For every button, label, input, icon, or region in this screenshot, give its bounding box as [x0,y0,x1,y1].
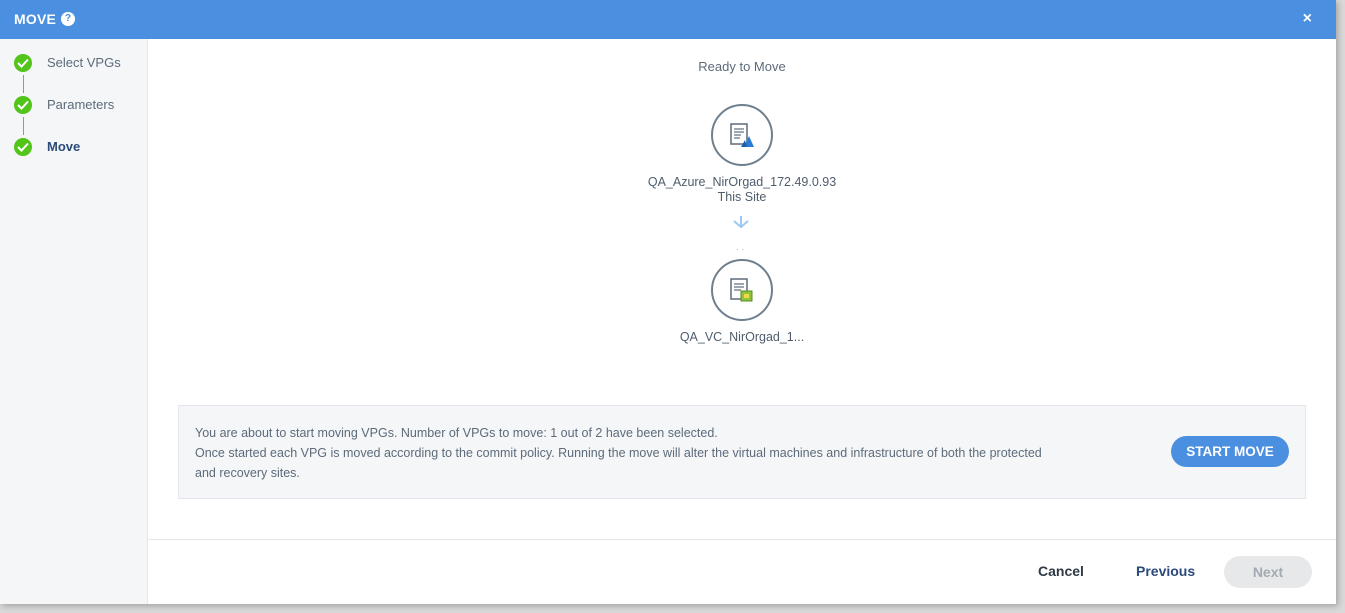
check-circle-icon [14,138,32,156]
close-icon[interactable]: × [1303,10,1312,28]
step-label: Parameters [47,97,115,112]
step-connector [23,75,24,93]
info-line-1: You are about to start moving VPGs. Numb… [195,426,718,440]
cancel-button[interactable]: Cancel [1038,563,1084,579]
target-site-node [711,259,773,321]
main-content: Ready to Move QA_Azure_NirOrgad_172.49.0… [148,39,1336,539]
step-move[interactable]: Move [14,137,144,157]
azure-site-icon [730,123,754,147]
dialog-titlebar: MOVE ? × [0,0,1336,39]
arrow-down-icon [733,216,749,229]
connector-dots: ·· [736,245,748,254]
target-site-name: QA_VC_NirOrgad_1... [679,330,805,344]
info-text: You are about to start moving VPGs. Numb… [195,423,1055,483]
next-button[interactable]: Next [1224,556,1312,588]
help-icon[interactable]: ? [61,12,75,26]
step-label: Move [47,139,81,154]
source-site-node [711,104,773,166]
step-label: Select VPGs [47,55,121,70]
status-text: Ready to Move [698,59,786,74]
check-circle-icon [14,96,32,114]
step-connector [23,117,24,135]
move-info-panel: You are about to start moving VPGs. Numb… [178,405,1306,499]
step-select-vpgs[interactable]: Select VPGs [14,53,144,73]
dialog-title: MOVE [14,11,57,27]
start-move-button[interactable]: START MOVE [1171,436,1289,467]
info-line-2: Once started each VPG is moved according… [195,446,1042,480]
step-parameters[interactable]: Parameters [14,95,144,115]
source-site-name: QA_Azure_NirOrgad_172.49.0.93 [647,175,837,189]
check-circle-icon [14,54,32,72]
move-dialog: MOVE ? × Select VPGs Parameters Move Rea… [0,0,1336,604]
wizard-steps: Select VPGs Parameters Move [0,39,148,604]
dialog-footer: Cancel Previous Next [148,539,1336,605]
source-site-subtitle: This Site [717,190,767,204]
previous-button[interactable]: Previous [1136,563,1195,579]
vcenter-site-icon [730,278,753,302]
